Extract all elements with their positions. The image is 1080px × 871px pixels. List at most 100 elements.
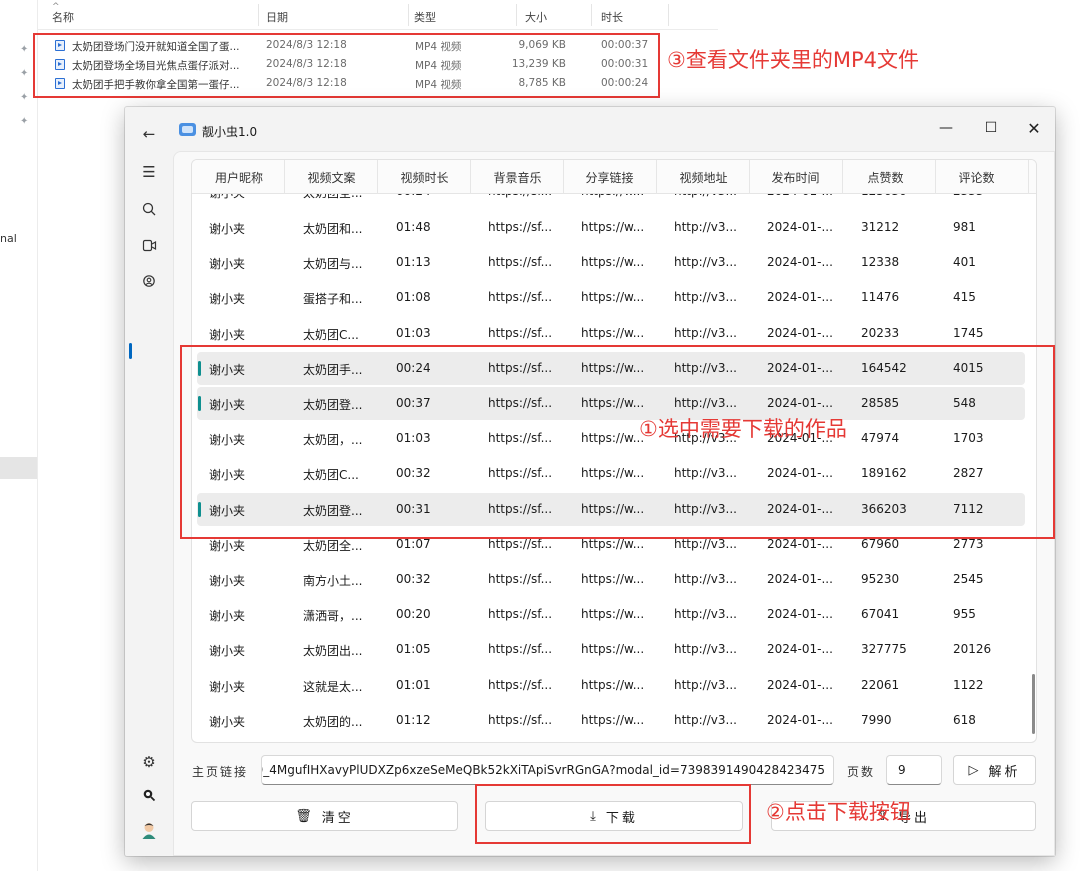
cell-likes: 7990 xyxy=(861,712,892,727)
parse-button[interactable]: ▷ 解析 xyxy=(953,755,1036,785)
table-row[interactable]: 谢小夹 蛋搭子和... 01:08 https://sf... https://w...… xyxy=(197,281,1025,314)
hamburger-menu-icon[interactable]: ☰ xyxy=(133,157,165,187)
table-row[interactable]: 谢小夹 太奶团出... 01:05 https://sf... https://w...… xyxy=(197,633,1025,666)
th-video[interactable]: 视频地址 xyxy=(676,169,731,186)
column-date[interactable]: 日期 xyxy=(266,9,288,25)
cell-share: https://w... xyxy=(581,572,645,586)
title-bar: 靓小虫1.0 — ☐ ✕ xyxy=(125,107,1055,151)
sidebar-selected-item[interactable] xyxy=(0,457,37,479)
cell-share: https://w... xyxy=(581,642,645,657)
cell-video: http://v3... xyxy=(674,220,737,234)
maximize-icon[interactable]: ☐ xyxy=(976,117,1006,139)
column-name[interactable]: 名称 xyxy=(52,9,74,25)
cell-duration: 01:08 xyxy=(396,290,431,305)
cell-user: 谢小夹 xyxy=(209,538,246,553)
th-user[interactable]: 用户昵称 xyxy=(214,169,264,186)
table-row[interactable]: 谢小夹 南方小土... 00:32 https://sf... https://w...… xyxy=(197,563,1025,596)
user-search-icon[interactable] xyxy=(133,266,165,296)
homepage-link-value: lC9_4MgufIHXavyPlUDXZp6xzeSeMeQBk52kXiTA… xyxy=(261,763,825,777)
cell-likes: 327775 xyxy=(861,642,907,657)
download-highlight-box xyxy=(475,784,751,844)
pin-icon[interactable]: ✦ xyxy=(20,92,28,103)
security-search-icon[interactable] xyxy=(133,780,165,810)
cell-text: 太奶团全... xyxy=(303,538,363,553)
annotation-step2: ②点击下载按钮 xyxy=(766,800,911,824)
clear-button[interactable]: 🗑 清空 xyxy=(191,801,458,831)
search-icon[interactable] xyxy=(133,194,165,224)
cell-date: 2024-01-... xyxy=(767,677,833,692)
minimize-icon[interactable]: — xyxy=(931,117,961,139)
annotation-step3: ③查看文件夹里的MP4文件 xyxy=(667,48,919,72)
table-row[interactable]: 谢小夹 潇洒哥，... 00:20 https://sf... https://w...… xyxy=(197,598,1025,631)
column-size[interactable]: 大小 xyxy=(525,9,547,25)
pin-icon[interactable]: ✦ xyxy=(20,116,28,127)
cell-text: 太奶团出... xyxy=(303,644,363,659)
th-likes[interactable]: 点赞数 xyxy=(858,169,913,186)
cell-music: https://sf... xyxy=(488,572,553,586)
cell-user: 谢小夹 xyxy=(209,574,246,588)
cell-text: 南方小土... xyxy=(303,574,363,588)
cell-duration: 00:32 xyxy=(396,572,431,586)
cell-date: 2024-01-... xyxy=(767,325,833,340)
cell-text: 这就是太... xyxy=(303,679,363,694)
cell-duration: 01:01 xyxy=(396,677,431,692)
cell-user: 谢小夹 xyxy=(209,292,246,307)
cell-video: http://v3... xyxy=(674,607,737,622)
cell-user: 谢小夹 xyxy=(209,609,246,624)
table-row[interactable]: 谢小夹 这就是太... 01:01 https://sf... https://w...… xyxy=(197,669,1025,702)
cell-video: http://v3... xyxy=(674,642,737,657)
column-duration[interactable]: 时长 xyxy=(601,9,623,25)
cell-likes: 11476 xyxy=(861,290,900,305)
cell-comments: 20126 xyxy=(953,642,992,657)
th-comments[interactable]: 评论数 xyxy=(949,169,1004,186)
cell-comments: 618 xyxy=(953,712,976,727)
cell-date: 2024-01-... xyxy=(767,572,833,586)
th-duration[interactable]: 视频时长 xyxy=(397,169,452,186)
cell-duration: 00:20 xyxy=(396,607,431,622)
cell-user: 谢小夹 xyxy=(209,327,246,342)
table-scrollbar[interactable] xyxy=(1032,674,1035,734)
close-icon[interactable]: ✕ xyxy=(1019,117,1049,139)
cell-comments: 2545 xyxy=(953,572,984,586)
table-row[interactable]: 谢小夹 太奶团全... 00:24 https://sf... https://… xyxy=(197,194,1025,208)
th-music[interactable]: 背景音乐 xyxy=(490,169,545,186)
cell-date: 2024-01-... xyxy=(767,712,833,727)
cell-likes: 22061 xyxy=(861,677,900,692)
cell-text: 太奶团和... xyxy=(303,222,363,236)
cell-user: 谢小夹 xyxy=(209,257,246,272)
cell-video: http://v3... xyxy=(674,325,737,340)
files-highlight-box xyxy=(33,33,660,98)
table-row[interactable]: 谢小夹 太奶团和... 01:48 https://sf... https://w...… xyxy=(197,211,1025,244)
cell-user: 谢小夹 xyxy=(209,222,246,236)
video-list-icon[interactable] xyxy=(133,230,165,260)
table-row[interactable]: 谢小夹 太奶团的... 01:12 https://sf... https://w...… xyxy=(197,704,1025,737)
th-date[interactable]: 发布时间 xyxy=(768,169,823,186)
app-logo-icon xyxy=(179,123,196,136)
homepage-link-input[interactable]: lC9_4MgufIHXavyPlUDXZp6xzeSeMeQBk52kXiTA… xyxy=(261,755,834,785)
back-arrow-icon[interactable]: ← xyxy=(133,119,165,149)
cell-share: https://w... xyxy=(581,677,645,692)
cell-video: http://v3... xyxy=(674,255,737,270)
cell-date: 2024-01-... xyxy=(767,290,833,305)
selection-highlight-box xyxy=(180,345,1055,539)
cell-duration: 01:03 xyxy=(396,325,431,340)
th-share[interactable]: 分享链接 xyxy=(582,169,637,186)
th-text[interactable]: 视频文案 xyxy=(304,169,359,186)
cell-date: 2024-01-... xyxy=(767,607,833,622)
pin-icon[interactable]: ✦ xyxy=(20,44,28,55)
table-row[interactable]: 谢小夹 太奶团与... 01:13 https://sf... https://w...… xyxy=(197,246,1025,279)
cell-likes: 95230 xyxy=(861,572,900,586)
app-title: 靓小虫1.0 xyxy=(202,125,258,139)
avatar[interactable] xyxy=(133,815,165,845)
cell-comments: 981 xyxy=(953,220,976,234)
cell-comments: 401 xyxy=(953,255,976,270)
page-count-input[interactable]: 9 xyxy=(886,755,942,785)
column-type[interactable]: 类型 xyxy=(414,9,436,25)
sidebar-cut-label: nal xyxy=(0,232,17,245)
cell-video: http://v3... xyxy=(674,677,737,692)
explorer-sidebar: ✦ ✦ ✦ ✦ nal xyxy=(0,0,38,871)
cell-comments: 1122 xyxy=(953,677,984,692)
settings-gear-icon[interactable]: ⚙ xyxy=(133,747,165,777)
cell-likes: 31212 xyxy=(861,220,900,234)
pin-icon[interactable]: ✦ xyxy=(20,68,28,79)
